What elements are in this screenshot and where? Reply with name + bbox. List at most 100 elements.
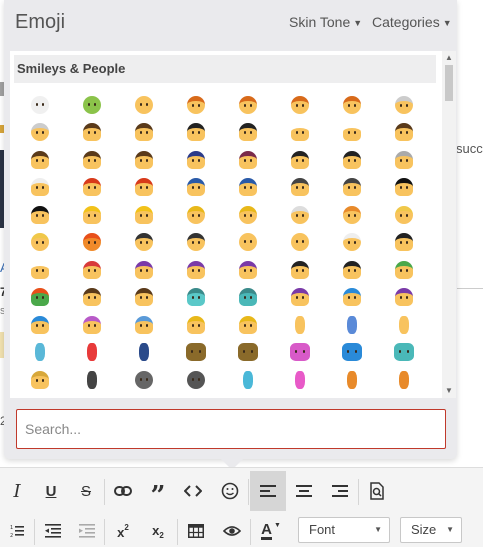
emoji-people-bunny[interactable] [170,339,222,367]
emoji-zombie[interactable] [170,284,222,312]
emoji-person-bowing[interactable] [66,311,118,339]
emoji-woman[interactable] [326,91,378,119]
emoji-person-climbing[interactable] [326,339,378,367]
emoji-elf[interactable] [378,256,430,284]
link-button[interactable] [106,471,140,511]
quote-button[interactable]: ” [141,471,175,511]
emoji-person-lotus[interactable] [378,339,430,367]
emoji-white-hair-man[interactable] [326,229,378,257]
emoji-person-fencing[interactable] [222,366,274,394]
emoji-person-raising[interactable] [14,311,66,339]
emoji-person-standing[interactable] [66,366,118,394]
emoji-man-superhero[interactable] [170,256,222,284]
emoji-snowboarder[interactable] [378,366,430,394]
emoji-man-scientist[interactable] [66,146,118,174]
emoji-person-shrug[interactable] [170,311,222,339]
emoji-woman-student[interactable] [222,119,274,147]
emoji-guard[interactable] [378,174,430,202]
emoji-older-man[interactable] [378,91,430,119]
emoji-prince[interactable] [170,201,222,229]
emoji-man-gesture[interactable] [66,284,118,312]
emoji-woman-supervillain[interactable] [222,256,274,284]
scrollbar-thumb[interactable] [445,65,453,101]
emoji-skull[interactable] [14,91,66,119]
preview-button[interactable] [360,471,394,511]
emoji-woman-firefighter[interactable] [118,174,170,202]
emoji-man-pilot[interactable] [274,146,326,174]
superscript-button[interactable]: x2 [106,511,140,551]
emoji-woman-cook[interactable] [326,119,378,147]
emoji-detective[interactable] [274,174,326,202]
subscript-button[interactable]: x2 [141,511,175,551]
emoji-woman-curly[interactable] [170,229,222,257]
align-left-button[interactable] [250,471,286,511]
emoji-man-turban[interactable] [274,201,326,229]
outdent-button[interactable] [36,511,70,551]
emoji-man-beard[interactable] [118,229,170,257]
underline-button[interactable]: U [34,471,68,511]
emoji-horse-racing[interactable] [274,366,326,394]
emoji-bride-veil[interactable] [14,256,66,284]
emoji-pregnant-woman[interactable] [66,256,118,284]
emoji-woman-health-worker[interactable] [118,119,170,147]
emoji-baby[interactable] [118,91,170,119]
emoji-skier[interactable] [326,366,378,394]
emoji-search-input[interactable] [16,409,446,449]
emoji-boy[interactable] [170,91,222,119]
emoji-woman-detective[interactable] [326,174,378,202]
emoji-person-hijab[interactable] [222,229,274,257]
emoji-woman-zombie[interactable] [222,284,274,312]
size-select[interactable]: Size ▼ [400,517,462,543]
emoji-woman-singer[interactable] [222,146,274,174]
table-button[interactable] [179,511,213,551]
emoji-woman-turban[interactable] [326,201,378,229]
emoji-red-hair-woman[interactable] [66,229,118,257]
categories-menu[interactable]: Categories ▼ [372,14,452,30]
emoji-woman-gesture[interactable] [118,284,170,312]
emoji-princess[interactable] [222,201,274,229]
emoji-man-dancing[interactable] [118,339,170,367]
emoji-man-student[interactable] [170,119,222,147]
emoji-man-haircut[interactable] [326,284,378,312]
emoji-man-health-worker[interactable] [66,119,118,147]
scrollbar[interactable]: ▲ ▼ [442,51,456,398]
emoji-woman-haircut[interactable] [378,284,430,312]
emoji-bust[interactable] [170,366,222,394]
indent-button[interactable] [70,511,104,551]
text-color-button[interactable]: A ▼ [252,511,290,551]
emoji-woman-walking[interactable] [326,311,378,339]
emoji-blond-man[interactable] [378,201,430,229]
emoji-man-vampire[interactable] [274,256,326,284]
emoji-person-facepalm[interactable] [118,311,170,339]
emoji-man-office-worker[interactable] [378,119,430,147]
preview-eye-button[interactable] [215,511,249,551]
scroll-up-icon[interactable]: ▲ [442,51,456,65]
emoji-man-walking[interactable] [274,311,326,339]
emoji-construction-worker[interactable] [66,201,118,229]
emoji-man-cook[interactable] [274,119,326,147]
align-right-button[interactable] [323,471,357,511]
emoji-woman-police[interactable] [222,174,274,202]
strikethrough-button[interactable]: S [69,471,103,511]
emoji-men-bunny[interactable] [222,339,274,367]
emoji-man[interactable] [274,91,326,119]
numbered-list-button[interactable]: 12 [0,511,34,551]
emoji-person-steam[interactable] [274,339,326,367]
emoji-woman-vampire[interactable] [326,256,378,284]
emoji-woman-pilot[interactable] [326,146,378,174]
emoji-old-man-gray[interactable] [378,146,430,174]
emoji-woman-dancing[interactable] [66,339,118,367]
scroll-down-icon[interactable]: ▼ [442,384,456,398]
emoji-woman-guard[interactable] [14,201,66,229]
emoji-genie[interactable] [14,284,66,312]
emoji-button[interactable] [213,471,247,511]
align-center-button[interactable] [287,471,321,511]
emoji-woman-shrug[interactable] [222,311,274,339]
emoji-man-running[interactable] [378,311,430,339]
emoji-man-firefighter[interactable] [66,174,118,202]
emoji-police-officer[interactable] [170,174,222,202]
emoji-bald-man[interactable] [274,229,326,257]
emoji-man-tuxedo[interactable] [378,229,430,257]
emoji-woman-lotus[interactable] [14,366,66,394]
emoji-woman-running[interactable] [14,339,66,367]
